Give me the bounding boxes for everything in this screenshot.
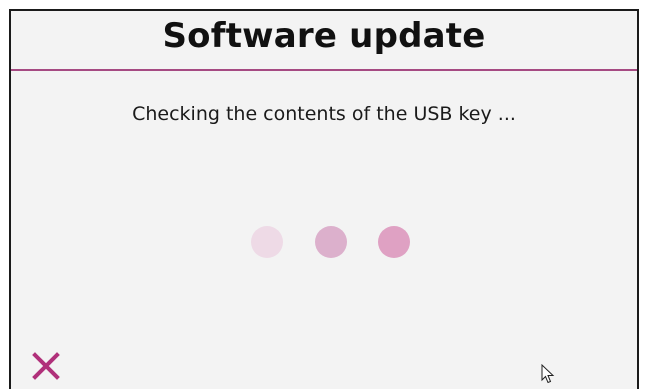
dialog-header: Software update (11, 11, 637, 71)
dialog-title: Software update (162, 16, 486, 56)
mouse-pointer-icon (541, 364, 555, 384)
loading-dot (251, 226, 283, 258)
close-icon (32, 352, 60, 380)
status-message: Checking the contents of the USB key ... (132, 103, 516, 125)
loading-indicator (11, 226, 637, 260)
close-button[interactable] (31, 351, 61, 381)
loading-dot (378, 226, 410, 258)
software-update-dialog: Software update Checking the contents of… (9, 9, 639, 389)
loading-dot (315, 226, 347, 258)
